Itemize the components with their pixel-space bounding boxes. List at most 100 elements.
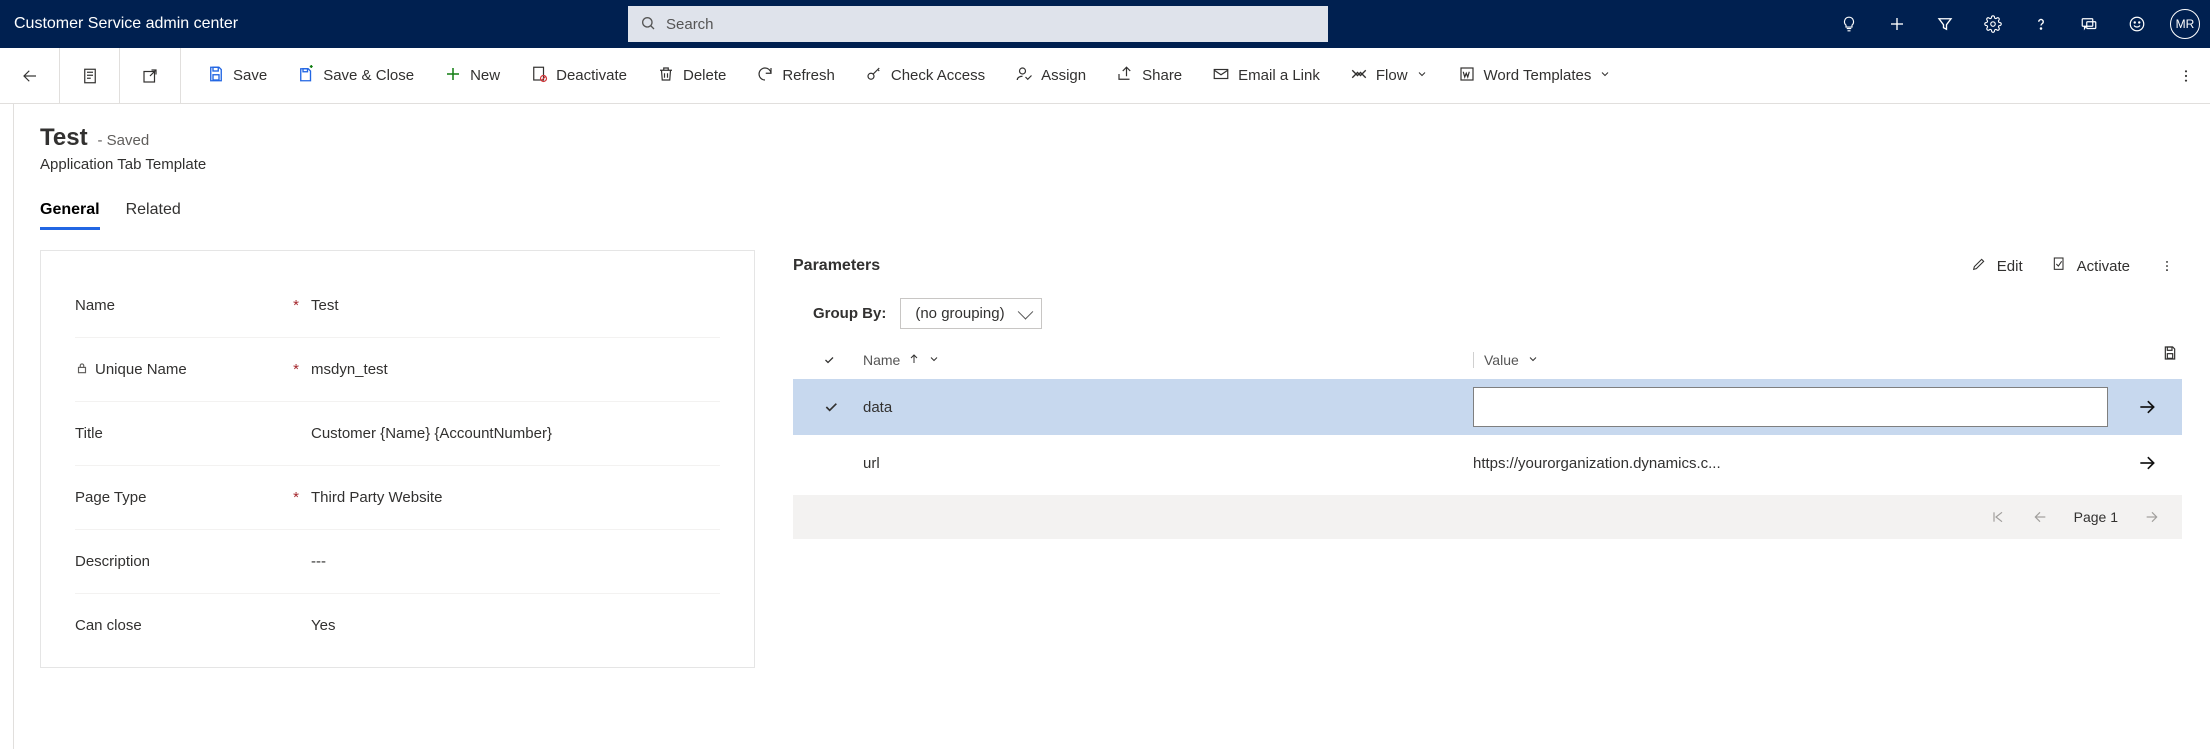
grid-row[interactable]: data: [793, 379, 2182, 435]
check-access-label: Check Access: [891, 67, 985, 84]
refresh-button[interactable]: Refresh: [752, 59, 839, 93]
column-header-value[interactable]: Value: [1473, 352, 2112, 368]
subgrid-overflow[interactable]: [2152, 259, 2182, 273]
plus-icon[interactable]: [1874, 0, 1920, 48]
delete-button[interactable]: Delete: [653, 59, 730, 93]
form-tabs: General Related: [40, 201, 2210, 230]
general-section: Name * Test Unique Name * msdyn_test Tit…: [40, 250, 755, 668]
group-by-label: Group By:: [813, 305, 886, 322]
email-link-label: Email a Link: [1238, 67, 1320, 84]
parameters-subgrid: Parameters Edit Activate Group By: (no g…: [793, 250, 2182, 668]
row-navigate[interactable]: [2112, 453, 2182, 473]
assign-label: Assign: [1041, 67, 1086, 84]
app-top-bar: Customer Service admin center MR: [0, 0, 2210, 48]
prev-page-icon[interactable]: [2032, 509, 2048, 525]
new-label: New: [470, 67, 500, 84]
field-row-unique-name[interactable]: Unique Name * msdyn_test: [75, 337, 720, 401]
refresh-icon: [756, 65, 774, 87]
deactivate-label: Deactivate: [556, 67, 627, 84]
field-value-page-type[interactable]: Third Party Website: [311, 489, 442, 506]
app-title: Customer Service admin center: [0, 15, 628, 33]
field-row-description[interactable]: Description ---: [75, 529, 720, 593]
key-icon: [865, 65, 883, 87]
field-label-can-close: Can close: [75, 617, 142, 634]
chevron-down-icon[interactable]: [928, 352, 940, 368]
record-header: Test - Saved Application Tab Template: [40, 124, 2210, 173]
row-checkbox[interactable]: [823, 399, 863, 415]
group-by-select[interactable]: (no grouping): [900, 298, 1041, 329]
field-row-title[interactable]: Title Customer {Name} {AccountNumber}: [75, 401, 720, 465]
popout-icon[interactable]: [120, 48, 180, 103]
next-page-icon[interactable]: [2144, 509, 2160, 525]
field-label-name: Name: [75, 297, 115, 314]
flow-button[interactable]: Flow: [1346, 59, 1432, 93]
subgrid-edit-button[interactable]: Edit: [1957, 250, 2037, 282]
new-button[interactable]: New: [440, 59, 504, 93]
plus-icon: [444, 65, 462, 87]
lightbulb-icon[interactable]: [1826, 0, 1872, 48]
save-button[interactable]: Save: [203, 59, 271, 93]
field-value-name[interactable]: Test: [311, 297, 339, 314]
subgrid-title: Parameters: [793, 257, 1957, 275]
row-navigate[interactable]: [2112, 397, 2182, 417]
filter-icon[interactable]: [1922, 0, 1968, 48]
group-by-row: Group By: (no grouping): [793, 294, 2182, 341]
assign-icon: [1015, 65, 1033, 87]
check-access-button[interactable]: Check Access: [861, 59, 989, 93]
tab-related[interactable]: Related: [126, 201, 181, 230]
field-value-title[interactable]: Customer {Name} {AccountNumber}: [311, 425, 552, 442]
required-indicator: *: [293, 361, 299, 378]
grid-save-icon[interactable]: [2162, 345, 2178, 364]
tab-general[interactable]: General: [40, 201, 100, 230]
required-indicator: *: [293, 489, 299, 506]
share-button[interactable]: Share: [1112, 59, 1186, 93]
subgrid-activate-button[interactable]: Activate: [2037, 250, 2144, 282]
row-name: url: [863, 455, 1473, 472]
top-bar-right: MR: [1826, 0, 2210, 48]
flow-label: Flow: [1376, 67, 1408, 84]
field-row-page-type[interactable]: Page Type * Third Party Website: [75, 465, 720, 529]
save-close-label: Save & Close: [323, 67, 414, 84]
record-save-state: - Saved: [97, 132, 149, 149]
column-header-name[interactable]: Name: [863, 352, 1473, 368]
word-templates-button[interactable]: Word Templates: [1454, 59, 1616, 93]
save-close-icon: [297, 65, 315, 87]
record-title: Test: [40, 124, 88, 151]
chevron-down-icon[interactable]: [1527, 352, 1539, 368]
user-avatar[interactable]: MR: [2170, 9, 2200, 39]
field-row-name[interactable]: Name * Test: [75, 273, 720, 337]
refresh-label: Refresh: [782, 67, 835, 84]
required-indicator: *: [293, 297, 299, 314]
help-icon[interactable]: [2018, 0, 2064, 48]
smile-icon[interactable]: [2114, 0, 2160, 48]
field-label-description: Description: [75, 553, 150, 570]
field-row-can-close[interactable]: Can close Yes: [75, 593, 720, 657]
deactivate-icon: [530, 65, 548, 87]
field-value-description[interactable]: ---: [311, 553, 326, 570]
form-selector-icon[interactable]: [60, 48, 120, 103]
share-label: Share: [1142, 67, 1182, 84]
email-link-button[interactable]: Email a Link: [1208, 59, 1324, 93]
trash-icon: [657, 65, 675, 87]
select-all-checkbox[interactable]: [823, 354, 863, 366]
subgrid-activate-label: Activate: [2077, 258, 2130, 275]
save-icon: [207, 65, 225, 87]
field-value-unique-name: msdyn_test: [311, 361, 388, 378]
command-bar-overflow[interactable]: [2162, 48, 2210, 103]
first-page-icon[interactable]: [1990, 509, 2006, 525]
delete-label: Delete: [683, 67, 726, 84]
global-search[interactable]: [628, 6, 1328, 42]
assign-button[interactable]: Assign: [1011, 59, 1090, 93]
gear-icon[interactable]: [1970, 0, 2016, 48]
search-input[interactable]: [656, 16, 1316, 33]
page-indicator: Page 1: [2074, 509, 2118, 525]
subgrid-edit-label: Edit: [1997, 258, 2023, 275]
field-label-title: Title: [75, 425, 103, 442]
grid-row[interactable]: url https://yourorganization.dynamics.c.…: [793, 435, 2182, 491]
back-button[interactable]: [0, 48, 60, 103]
deactivate-button[interactable]: Deactivate: [526, 59, 631, 93]
save-close-button[interactable]: Save & Close: [293, 59, 418, 93]
chat-icon[interactable]: [2066, 0, 2112, 48]
row-value-editor[interactable]: [1473, 387, 2108, 427]
field-value-can-close[interactable]: Yes: [311, 617, 335, 634]
